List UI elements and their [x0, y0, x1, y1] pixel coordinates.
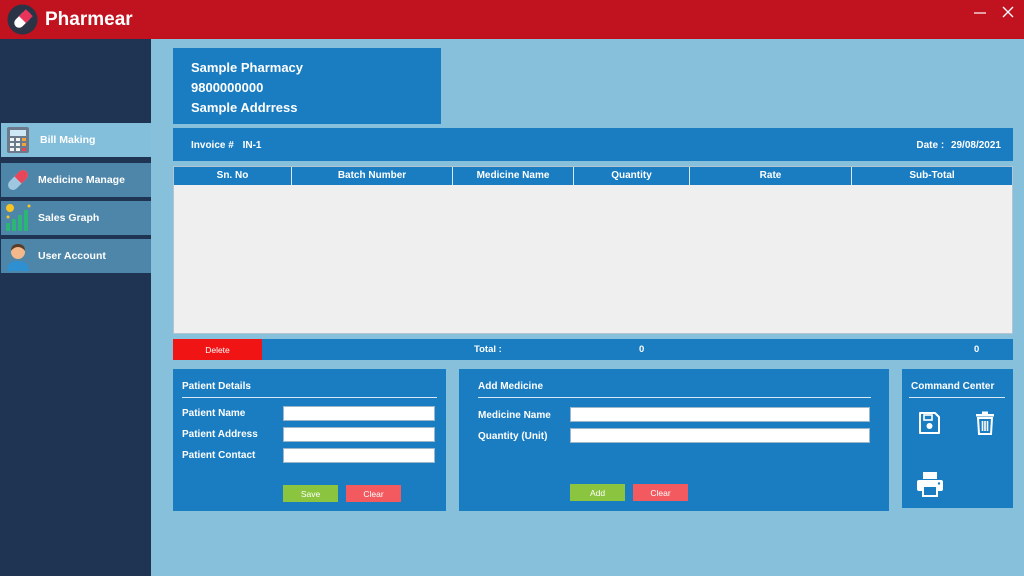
divider: [478, 397, 871, 398]
minimize-icon[interactable]: [968, 3, 992, 23]
title-bar: Pharmear: [0, 0, 1024, 39]
divider: [909, 397, 1005, 398]
invoice-bar: Invoice # IN-1 Date : 29/08/2021: [173, 128, 1013, 161]
app-title: Pharmear: [45, 9, 133, 30]
medicine-name-label: Medicine Name: [478, 410, 551, 421]
sidebar-item-medicine-manage[interactable]: Medicine Manage: [1, 163, 151, 197]
pill-logo-icon: [7, 4, 38, 35]
medicine-name-input[interactable]: [570, 407, 870, 422]
save-icon[interactable]: [917, 411, 941, 435]
column-header-medicine-name[interactable]: Medicine Name: [453, 167, 574, 185]
column-header-rate[interactable]: Rate: [690, 167, 852, 185]
clear-patient-button[interactable]: Clear: [346, 485, 401, 502]
table-header: Sn. No Batch Number Medicine Name Quanti…: [174, 167, 1012, 185]
column-header-sub-total[interactable]: Sub-Total: [852, 167, 1012, 185]
pharmacy-name: Sample Pharmacy: [191, 60, 304, 75]
bill-items-table[interactable]: Sn. No Batch Number Medicine Name Quanti…: [173, 166, 1013, 334]
patient-address-input[interactable]: [283, 427, 435, 442]
patient-name-label: Patient Name: [182, 408, 246, 419]
column-header-sn-no[interactable]: Sn. No: [174, 167, 292, 185]
invoice-date: 29/08/2021: [950, 140, 1001, 151]
save-patient-button[interactable]: Save: [283, 485, 338, 502]
bar-chart-icon: [1, 201, 35, 235]
sidebar: Bill Making Medicine Manage Sales Graph …: [0, 39, 151, 576]
pharmacy-address: Sample Addrress: [191, 100, 298, 115]
totals-bar: Delete Total : 0 0: [173, 339, 1013, 360]
add-medicine-button[interactable]: Add: [570, 484, 625, 501]
invoice-number: IN-1: [242, 140, 262, 151]
pharmacy-phone: 9800000000: [191, 80, 264, 95]
patient-address-label: Patient Address: [182, 429, 258, 440]
patient-name-input[interactable]: [283, 406, 435, 421]
patient-details-panel: Patient Details Patient Name Patient Add…: [173, 369, 446, 511]
add-medicine-panel: Add Medicine Medicine Name Quantity (Uni…: [459, 369, 889, 511]
user-icon: [1, 239, 35, 273]
total-amount: 0: [974, 344, 980, 355]
add-medicine-title: Add Medicine: [478, 381, 544, 392]
clear-medicine-button[interactable]: Clear: [633, 484, 688, 501]
total-quantity: 0: [639, 344, 645, 355]
date-label: Date :: [916, 140, 945, 151]
calculator-icon: [1, 123, 35, 157]
patient-details-title: Patient Details: [182, 381, 251, 392]
sidebar-item-label: Bill Making: [40, 134, 96, 146]
sidebar-item-label: User Account: [38, 250, 106, 262]
sidebar-item-label: Sales Graph: [38, 212, 100, 224]
quantity-unit-label: Quantity (Unit): [478, 431, 548, 442]
trash-icon[interactable]: [974, 411, 996, 435]
invoice-label: Invoice #: [191, 140, 234, 151]
printer-icon[interactable]: [917, 472, 943, 497]
delete-button[interactable]: Delete: [173, 339, 262, 360]
command-center-title: Command Center: [911, 381, 995, 392]
sidebar-item-user-account[interactable]: User Account: [1, 239, 151, 273]
patient-contact-label: Patient Contact: [182, 450, 256, 461]
column-header-batch-number[interactable]: Batch Number: [292, 167, 453, 185]
total-label: Total :: [474, 344, 502, 355]
command-center-panel: Command Center: [902, 369, 1013, 508]
pharmacy-info-card: Sample Pharmacy 9800000000 Sample Addrre…: [173, 48, 441, 124]
column-header-quantity[interactable]: Quantity: [574, 167, 690, 185]
patient-contact-input[interactable]: [283, 448, 435, 463]
divider: [182, 397, 437, 398]
close-icon[interactable]: [996, 3, 1020, 23]
sidebar-item-sales-graph[interactable]: Sales Graph: [1, 201, 151, 235]
quantity-input[interactable]: [570, 428, 870, 443]
pill-icon: [1, 163, 35, 197]
sidebar-item-label: Medicine Manage: [38, 174, 125, 186]
sidebar-item-bill-making[interactable]: Bill Making: [1, 123, 151, 157]
